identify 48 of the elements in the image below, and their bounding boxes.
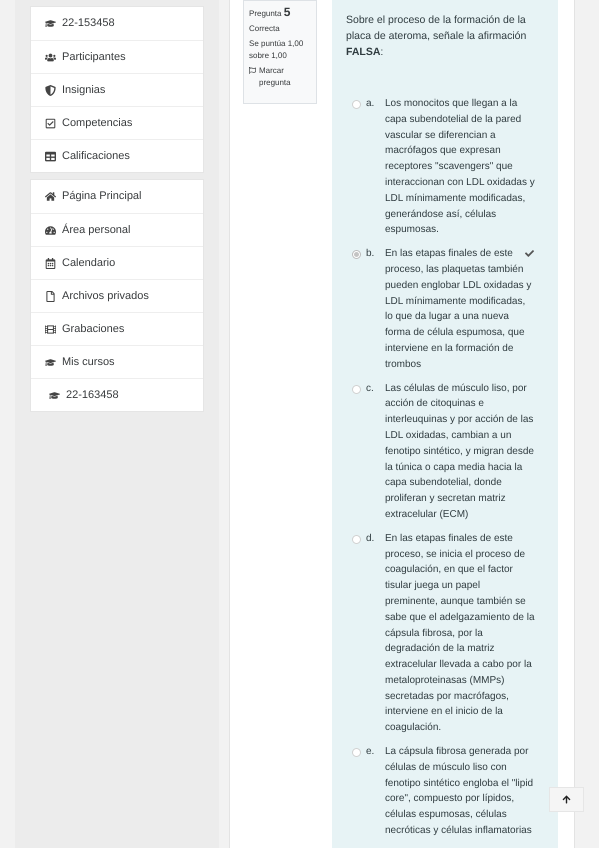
radio-button[interactable] [352, 100, 361, 109]
question-score: Se puntúa 1,00 sobre 1,00 [249, 38, 304, 62]
nav-item[interactable]: Página Principal [31, 180, 203, 213]
option-letter: c. [366, 382, 375, 396]
nav-item[interactable]: Mis cursos [31, 345, 203, 378]
arrow-up-icon [562, 795, 571, 804]
graduation-cap-icon [45, 356, 56, 368]
back-to-top-button[interactable] [549, 787, 584, 812]
flag-icon [249, 67, 256, 74]
radio-button[interactable] [352, 748, 361, 758]
question-status: Correcta [249, 23, 281, 35]
nav-item[interactable]: Calendario [31, 246, 203, 279]
option-letter: a. [366, 97, 376, 111]
nav-item[interactable]: 22-163458 [31, 378, 203, 411]
calendar-icon [45, 258, 56, 268]
option-letter: b. [366, 247, 376, 262]
gauge-icon [45, 224, 56, 236]
radio-button[interactable] [352, 250, 361, 260]
answer-option[interactable]: e. La cápsula fibrosa generada por células de músculo liso con fenotipo sintético engloba el "lipid core", compuesto por lípidos, células espumosas, células necróticas y células inflamatorias [346, 744, 544, 839]
nav-item[interactable]: Archivos privados [31, 279, 203, 312]
question-number: Pregunta 5 [249, 6, 292, 20]
graduation-cap-icon [49, 390, 60, 400]
film-icon [45, 324, 56, 334]
option-text: En las etapas finales de este proceso, se inicia el proceso de coagulación, en que el factor tisular juega un papel preminente, aunque también se sabe que el adelgazamiento de la cápsula fibrosa, por la degradación de la matriz extracelular llevada a cabo por la metaloproteinasas (MMPs) secretadas por macrófagos, interviene en el inicio de la coagulación. [385, 532, 535, 736]
nav-item[interactable]: Área personal [31, 213, 203, 246]
nav-item[interactable]: Insignias [31, 73, 203, 106]
nav-item[interactable]: Competencias [31, 106, 203, 139]
option-letter: e. [366, 745, 376, 760]
flag-question-link[interactable]: Marcar pregunta [249, 65, 311, 89]
shield-icon [45, 84, 56, 96]
option-text: En las etapas finales de este proceso, las plaquetas también pueden englobar LDL oxidadas y LDL mínimamente modificadas, lo que da lugar a una nueva forma de célula espumosa, que interviene en la formación de trombos [385, 247, 532, 372]
option-text: Las células de músculo liso, por acción de citoquinas e interleuquinas y por acción de las LDL oxidadas, cambian a un fenotipo sintético, y migran desde la túnica o capa media hacia la capa subendotelial, donde proliferan y secretan matriz extracelular (ECM) [385, 382, 535, 522]
home-icon [45, 191, 56, 202]
option-text: La cápsula fibrosa generada por células de músculo liso con fenotipo sintético engloba el "lipid core", compuesto por lípidos, células espumosas, células necróticas y células inflamatorias [385, 745, 534, 838]
checkbox-icon [45, 118, 56, 128]
graduation-cap-icon [45, 18, 56, 29]
radio-button[interactable] [352, 384, 361, 394]
file-icon [45, 290, 56, 302]
nav-item[interactable]: Participantes [31, 40, 203, 73]
nav-item[interactable]: Calificaciones [31, 139, 203, 172]
nav-item[interactable]: Grabaciones [31, 312, 203, 345]
users-icon [45, 52, 56, 62]
table-icon [45, 150, 56, 162]
question-text: Sobre el proceso de la formación de la placa de ateroma, señale la afirmación FALSA: [346, 13, 528, 60]
radio-button[interactable] [352, 534, 361, 544]
nav-item[interactable]: 22-153458 [31, 7, 203, 40]
option-letter: d. [366, 532, 376, 546]
option-text: Los monocitos que llegan a la capa subendotelial de la pared vascular se diferencian a macrófagos que expresan receptores "scavengers" que interaccionan con LDL oxidadas y LDL mínimamente modificadas, generándose así, células espumosas. [385, 97, 535, 238]
